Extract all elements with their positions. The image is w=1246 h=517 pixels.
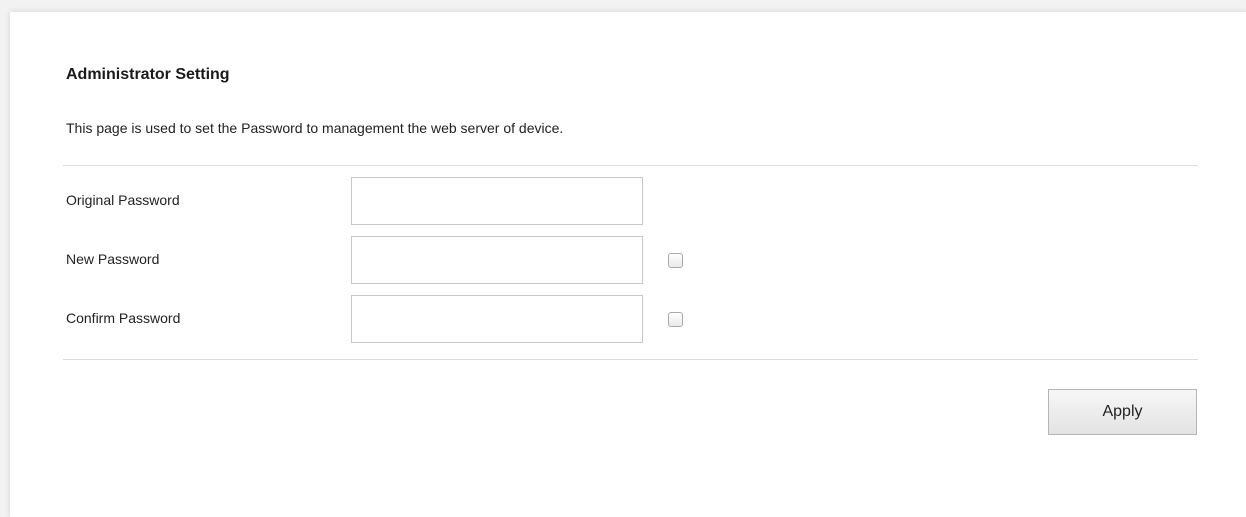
new-password-show-checkbox[interactable] xyxy=(668,253,683,268)
divider-bottom xyxy=(63,359,1198,360)
confirm-password-show-checkbox[interactable] xyxy=(668,312,683,327)
page-title: Administrator Setting xyxy=(66,66,230,83)
confirm-password-label: Confirm Password xyxy=(66,310,181,326)
confirm-password-row: Confirm Password xyxy=(66,295,766,343)
new-password-input[interactable] xyxy=(351,236,643,284)
original-password-label: Original Password xyxy=(66,192,180,208)
confirm-password-input[interactable] xyxy=(351,295,643,343)
settings-panel: Administrator Setting This page is used … xyxy=(10,12,1246,517)
divider-top xyxy=(63,165,1198,166)
original-password-row: Original Password xyxy=(66,177,766,225)
new-password-row: New Password xyxy=(66,236,766,284)
original-password-input[interactable] xyxy=(351,177,643,225)
page-description: This page is used to set the Password to… xyxy=(66,120,564,136)
apply-button[interactable]: Apply xyxy=(1048,389,1197,435)
new-password-label: New Password xyxy=(66,251,160,267)
